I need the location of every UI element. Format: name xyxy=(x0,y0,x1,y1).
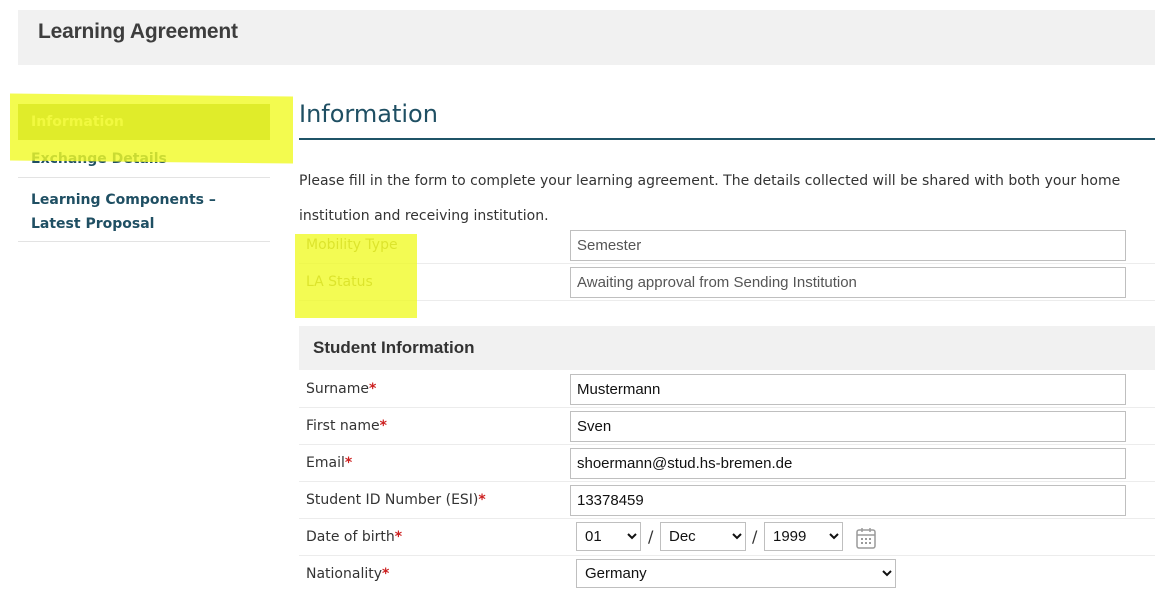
mobility-type-field xyxy=(570,230,1126,261)
date-of-birth-label: Date of birth* xyxy=(306,529,403,545)
dob-month-select[interactable]: Dec xyxy=(660,522,746,551)
nationality-select[interactable]: Germany xyxy=(576,559,896,588)
sidebar-item-label: Latest Proposal xyxy=(31,216,155,232)
date-separator: / xyxy=(648,527,654,546)
dob-year-select[interactable]: 1999 xyxy=(764,522,843,551)
form-row-email: Email* xyxy=(299,444,1155,482)
form-row-nationality: Nationality* Germany xyxy=(299,555,1155,592)
surname-input[interactable] xyxy=(570,374,1126,405)
intro-text: Please fill in the form to complete your… xyxy=(299,173,1121,224)
sidebar-item-learning-components[interactable]: Learning Components – Latest Proposal xyxy=(18,178,270,242)
la-status-field xyxy=(570,267,1126,298)
sidebar-item-information[interactable]: Information xyxy=(18,104,270,140)
required-marker: * xyxy=(394,529,403,545)
form-row-surname: Surname* xyxy=(299,370,1155,408)
sidebar-item-label: Learning Components – xyxy=(31,192,216,208)
sidebar-item-exchange-details[interactable]: Exchange Details xyxy=(18,140,270,178)
date-separator: / xyxy=(752,527,758,546)
section-title: Student Information xyxy=(313,338,475,357)
form-row-student-id: Student ID Number (ESI)* xyxy=(299,481,1155,519)
app-title: Learning Agreement xyxy=(38,20,238,43)
student-id-input[interactable] xyxy=(570,485,1126,516)
mobility-type-label: Mobility Type xyxy=(306,237,398,253)
form-row-mobility-type: Mobility Type xyxy=(299,226,1155,264)
required-marker: * xyxy=(478,492,486,508)
email-label: Email* xyxy=(306,455,353,471)
nationality-label: Nationality* xyxy=(306,566,390,582)
required-marker: * xyxy=(368,381,377,397)
la-status-label: LA Status xyxy=(306,274,373,290)
form-row-date-of-birth: Date of birth* 01 / Dec / 1999 xyxy=(299,518,1155,556)
required-marker: * xyxy=(344,455,353,471)
student-id-label: Student ID Number (ESI)* xyxy=(306,492,486,508)
form-row-la-status: LA Status xyxy=(299,263,1155,301)
sidebar-nav: Information Exchange Details Learning Co… xyxy=(18,104,270,242)
main-content: Information Please fill in the form to c… xyxy=(299,0,1155,591)
dob-day-select[interactable]: 01 xyxy=(576,522,641,551)
surname-label: Surname* xyxy=(306,381,377,397)
first-name-input[interactable] xyxy=(570,411,1126,442)
calendar-icon[interactable] xyxy=(856,527,876,549)
page-title: Information xyxy=(299,100,438,128)
title-divider xyxy=(299,138,1155,140)
form-row-first-name: First name* xyxy=(299,407,1155,445)
email-input[interactable] xyxy=(570,448,1126,479)
first-name-label: First name* xyxy=(306,418,387,434)
student-information-header: Student Information xyxy=(299,326,1155,370)
required-marker: * xyxy=(379,418,387,434)
required-marker: * xyxy=(382,566,390,582)
